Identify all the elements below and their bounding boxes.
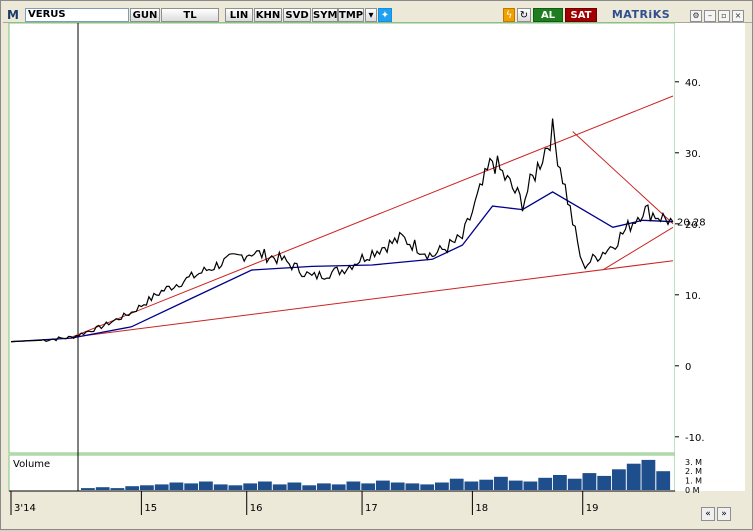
volume-bar (81, 488, 95, 490)
y-tick-label: 30. (685, 149, 701, 160)
volume-bar (125, 486, 140, 490)
volume-tick-label: 1. M (685, 477, 702, 486)
volume-bar (390, 482, 405, 490)
volume-bar (582, 473, 597, 490)
volume-bar (140, 485, 154, 490)
y-tick-label: 10. (685, 291, 701, 302)
volume-bar (553, 475, 567, 490)
volume-bar (420, 484, 435, 490)
volume-bar (656, 471, 671, 490)
volume-bar (538, 477, 553, 490)
volume-tick-label: 2. M (685, 467, 702, 476)
volume-bar (287, 482, 302, 490)
volume-bar (449, 478, 464, 490)
volume-label: Volume (13, 459, 50, 470)
price-plot-frame (8, 22, 676, 454)
volume-bar (612, 469, 626, 490)
volume-bar (508, 480, 523, 490)
volume-bar (405, 483, 420, 490)
volume-bar (376, 480, 390, 490)
volume-bar (361, 483, 376, 490)
chart-window: M VERUS GUN TL LIN KHN SVD SYM TMP ▾ ✦ ϟ… (0, 0, 753, 530)
scroll-right-button[interactable]: » (717, 507, 731, 521)
volume-bar (272, 484, 287, 490)
volume-bar (110, 488, 125, 490)
y-tick-label: 40. (685, 78, 701, 89)
volume-bar (95, 487, 110, 490)
x-tick-label: 3'14 (14, 503, 36, 514)
scroll-left-button[interactable]: « (701, 507, 715, 521)
y-tick-label: -10. (685, 433, 705, 444)
volume-bar (228, 485, 243, 490)
volume-tick-label: 3. M (685, 458, 702, 467)
volume-bar (641, 459, 656, 490)
last-price-label: 20.28 (677, 218, 706, 229)
x-tick-label: 19 (586, 503, 599, 514)
volume-bar (317, 483, 331, 490)
last-price-marker: 20.28 (677, 218, 706, 229)
volume-bar (184, 483, 199, 490)
x-tick-label: 17 (365, 503, 378, 514)
volume-bar (302, 485, 317, 490)
volume-bar (494, 476, 508, 490)
volume-bar (479, 479, 494, 490)
x-tick-label: 15 (144, 503, 157, 514)
y-tick-label: 0 (685, 362, 691, 373)
volume-bar (567, 478, 582, 490)
volume-bar (523, 481, 538, 490)
volume-bar (154, 484, 169, 490)
x-axis: 3'14 15 16 17 18 19 (10, 491, 599, 515)
volume-bar (346, 481, 361, 490)
price-axis-bg (675, 23, 745, 491)
volume-bar (169, 482, 184, 490)
volume-bar (258, 481, 272, 490)
volume-bar (435, 482, 449, 490)
x-tick-label: 16 (250, 503, 263, 514)
volume-bar (464, 481, 479, 490)
volume-bar (243, 483, 258, 490)
volume-bar (199, 481, 213, 490)
volume-bar (597, 475, 612, 490)
volume-bar (331, 484, 346, 490)
x-tick-label: 18 (475, 503, 488, 514)
volume-tick-label: 0 M (685, 486, 700, 495)
volume-bar (213, 484, 228, 490)
volume-bar (626, 463, 641, 490)
chart-svg: 40.30.20.10.0-10. 20.28 Volume 3. M2. M1… (8, 22, 745, 515)
